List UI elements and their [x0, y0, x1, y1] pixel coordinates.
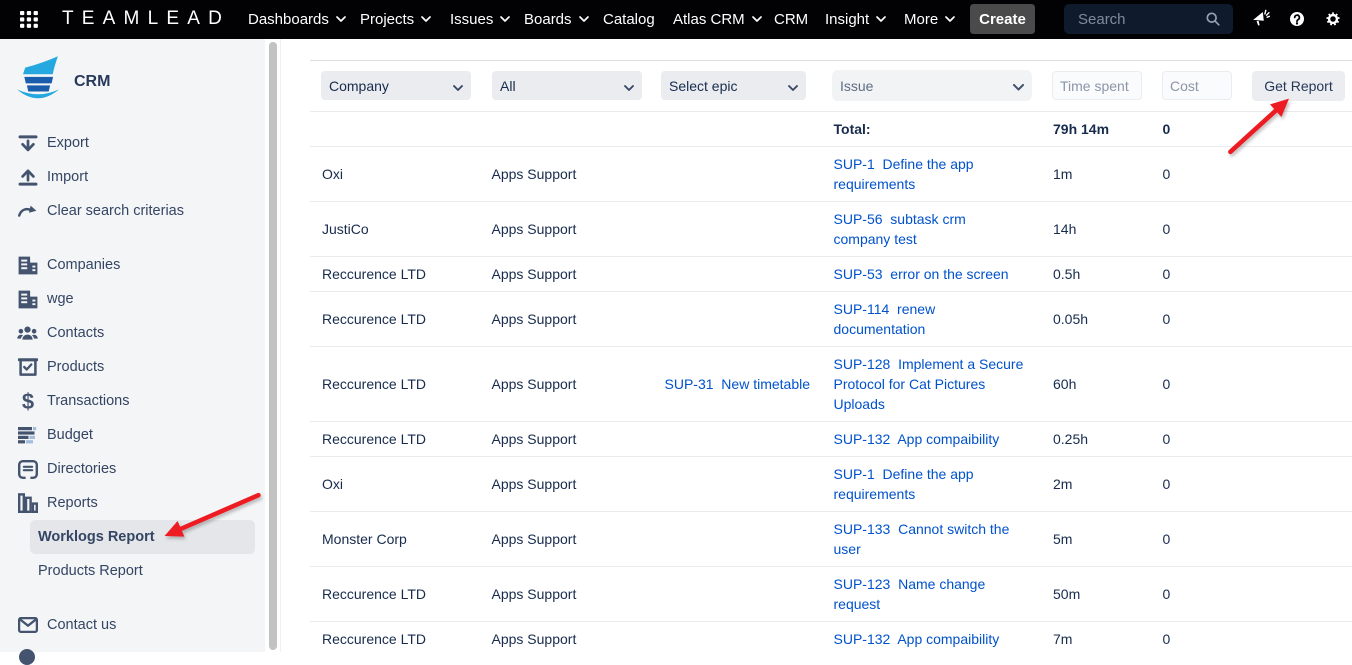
svg-text:$: $ — [21, 390, 33, 413]
